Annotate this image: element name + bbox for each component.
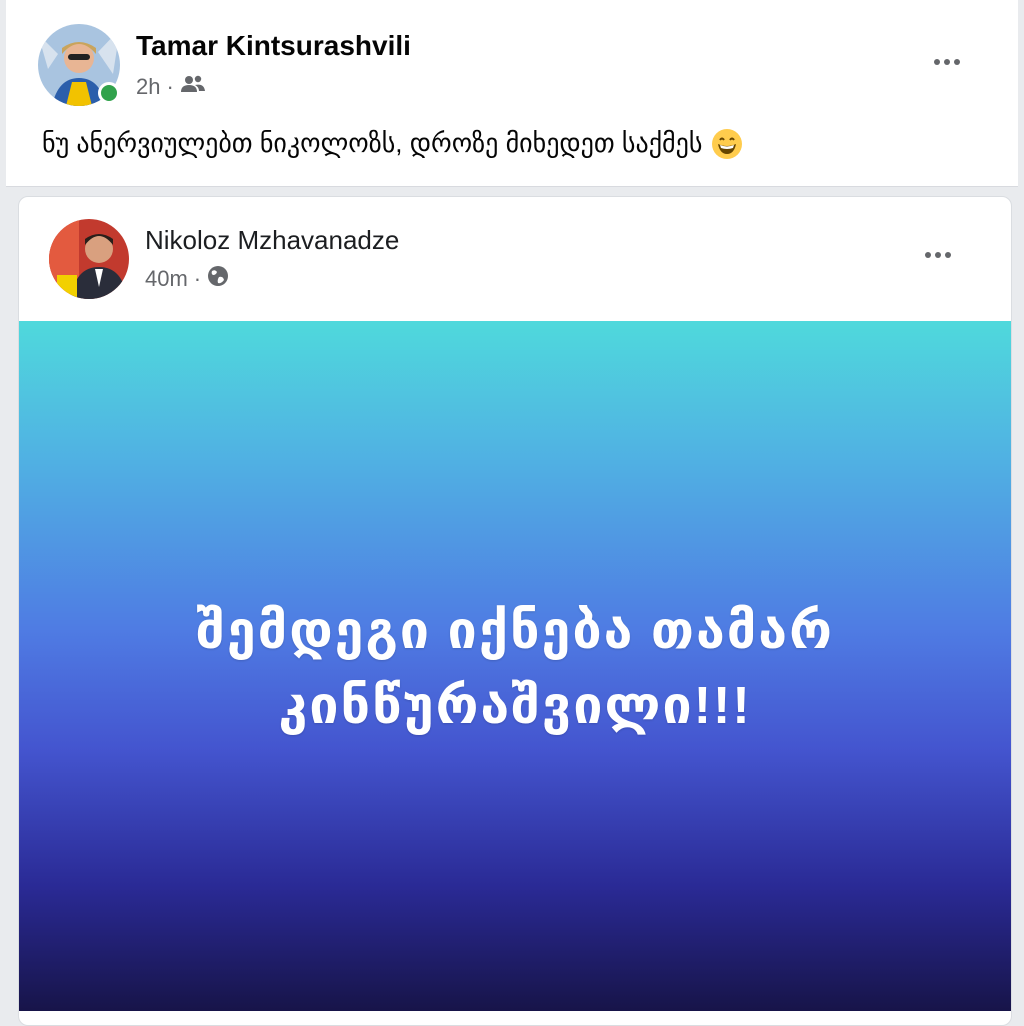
shared-more-options-icon[interactable] bbox=[925, 245, 951, 265]
banner-text: შემდეგი იქნება თამარ კინწურაშვილი!!! bbox=[196, 601, 834, 735]
friends-icon[interactable] bbox=[180, 74, 206, 100]
shared-author-avatar[interactable] bbox=[49, 219, 129, 299]
more-options-icon[interactable] bbox=[934, 52, 960, 72]
post-text: ნუ ანერვიულებთ ნიკოლოზს, დროზე მიხედეთ ს… bbox=[42, 128, 703, 158]
grinning-face-icon bbox=[712, 128, 743, 159]
shared-post-meta: 40m · bbox=[145, 265, 229, 293]
post-meta: 2h · bbox=[136, 74, 206, 100]
post-card: Tamar Kintsurashvili 2h · ნუ ანერვიულებთ… bbox=[6, 0, 1018, 187]
shared-post-banner[interactable]: შემდეგი იქნება თამარ კინწურაშვილი!!! bbox=[19, 321, 1011, 1011]
shared-post-time[interactable]: 40m bbox=[145, 266, 188, 292]
post-text-row: ნუ ანერვიულებთ ნიკოლოზს, დროზე მიხედეთ ს… bbox=[42, 128, 743, 159]
globe-icon[interactable] bbox=[207, 265, 229, 293]
shared-meta-separator: · bbox=[193, 266, 202, 291]
shared-author-name[interactable]: Nikoloz Mzhavanadze bbox=[145, 225, 399, 256]
post-time[interactable]: 2h bbox=[136, 74, 160, 100]
meta-separator: · bbox=[166, 74, 174, 99]
online-status-indicator bbox=[98, 82, 120, 104]
author-name[interactable]: Tamar Kintsurashvili bbox=[136, 30, 411, 62]
shared-post-card[interactable]: Nikoloz Mzhavanadze 40m · შემდეგი იქნება… bbox=[18, 196, 1012, 1026]
